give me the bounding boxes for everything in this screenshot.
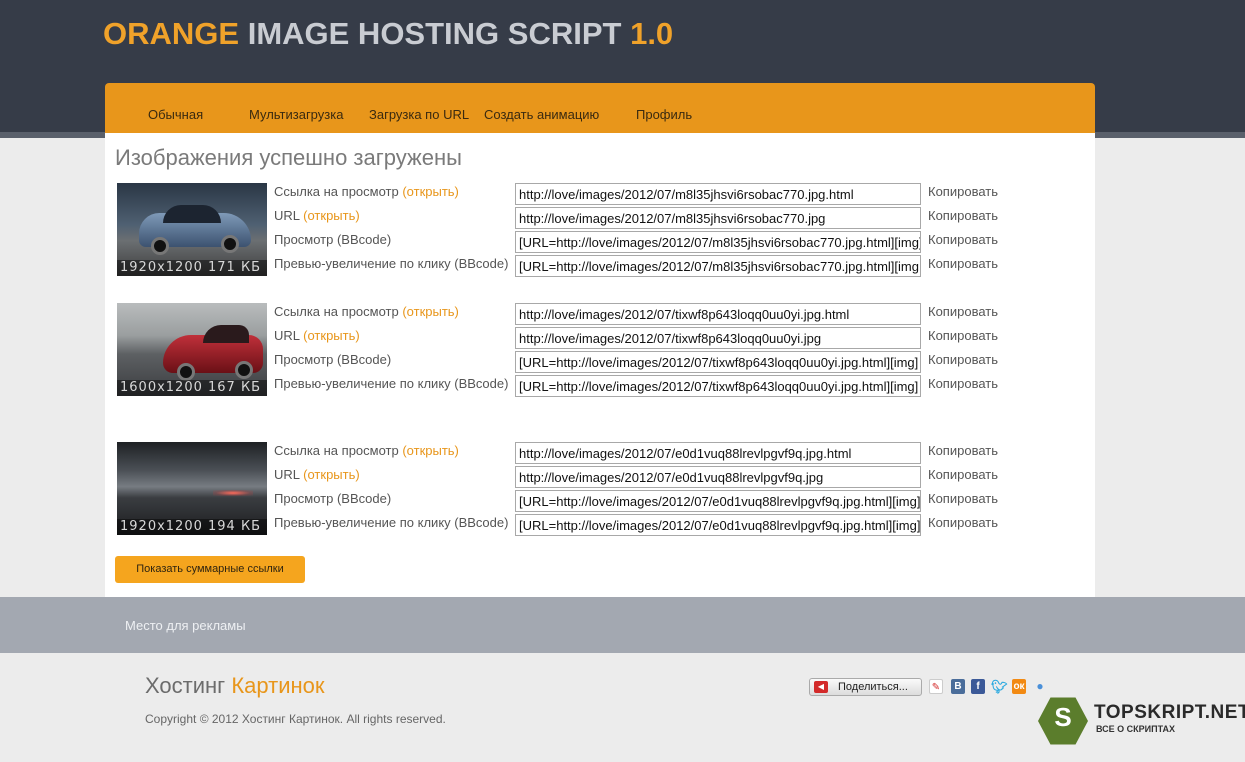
sunset-shape	[213, 490, 253, 496]
view-link-field[interactable]: http://love/images/2012/07/m8l35jhsvi6rs…	[515, 183, 921, 205]
thumbnail-caption: 1600x1200 167 КБ	[117, 380, 267, 396]
logo-part-text: IMAGE HOSTING SCRIPT	[247, 16, 622, 51]
bbcode-field[interactable]: [URL=http://love/images/2012/07/e0d1vuq8…	[515, 490, 921, 512]
badge-title: TOPSKRIPT.NET	[1094, 702, 1245, 723]
odnoklassniki-icon[interactable]: ок	[1012, 679, 1026, 694]
site-logo[interactable]: ORANGE IMAGE HOSTING SCRIPT 1.0	[103, 16, 673, 52]
view-link-label: Ссылка на просмотр (открыть)	[274, 184, 459, 199]
open-link[interactable]: (открыть)	[303, 328, 360, 343]
vkontakte-icon[interactable]: В	[951, 679, 965, 694]
label-text: Ссылка на просмотр	[274, 304, 399, 319]
url-field[interactable]: http://love/images/2012/07/e0d1vuq88lrev…	[515, 466, 921, 488]
preview-bbcode-field[interactable]: [URL=http://love/images/2012/07/m8l35jhs…	[515, 255, 921, 277]
uploaded-image-block: 1920x1200 171 КБ Ссылка на просмотр (отк…	[105, 183, 1095, 295]
nav-item-profile[interactable]: Профиль	[636, 107, 692, 122]
copy-button[interactable]: Копировать	[928, 491, 998, 506]
label-text: Ссылка на просмотр	[274, 443, 399, 458]
badge-letter: S	[1054, 702, 1072, 732]
bbcode-label: Просмотр (BBcode)	[274, 352, 392, 367]
thumbnail-caption: 1920x1200 194 КБ	[117, 519, 267, 535]
page-title: Изображения успешно загружены	[115, 145, 462, 170]
open-link[interactable]: (открыть)	[402, 304, 459, 319]
image-thumbnail[interactable]: 1920x1200 171 КБ	[117, 183, 267, 276]
logo-part-version: 1.0	[630, 16, 674, 51]
logo-part-orange: ORANGE	[103, 16, 240, 51]
wheel-shape	[151, 237, 169, 255]
label-text: URL	[274, 467, 300, 482]
share-button[interactable]: ◀ Поделиться...	[809, 678, 922, 696]
open-link[interactable]: (открыть)	[402, 184, 459, 199]
main-content: Изображения успешно загружены 1920x1200 …	[105, 133, 1095, 597]
nav-item-url-upload[interactable]: Загрузка по URL	[369, 107, 469, 122]
url-label: URL (открыть)	[274, 467, 360, 482]
preview-bbcode-field[interactable]: [URL=http://love/images/2012/07/e0d1vuq8…	[515, 514, 921, 536]
bbcode-field[interactable]: [URL=http://love/images/2012/07/tixwf8p6…	[515, 351, 921, 373]
wheel-shape	[221, 235, 239, 253]
view-link-label: Ссылка на просмотр (открыть)	[274, 304, 459, 319]
label-text: URL	[274, 208, 300, 223]
view-link-field[interactable]: http://love/images/2012/07/tixwf8p643loq…	[515, 303, 921, 325]
footer-logo-part1: Хостинг	[145, 673, 226, 698]
footer-logo-part2: Картинок	[231, 673, 325, 698]
badge-subtitle: ВСЕ О СКРИПТАХ	[1096, 724, 1176, 734]
facebook-icon[interactable]: f	[971, 679, 985, 694]
copy-button[interactable]: Копировать	[928, 467, 998, 482]
nav-item-multi-upload[interactable]: Мультизагрузка	[249, 107, 343, 122]
ad-box: Место для рекламы	[105, 597, 1095, 653]
preview-bbcode-field[interactable]: [URL=http://love/images/2012/07/tixwf8p6…	[515, 375, 921, 397]
uploaded-image-block: 1600x1200 167 КБ Ссылка на просмотр (отк…	[105, 303, 1095, 415]
bbcode-field[interactable]: [URL=http://love/images/2012/07/m8l35jhs…	[515, 231, 921, 253]
main-nav: Обычная Мультизагрузка Загрузка по URL С…	[105, 83, 1095, 133]
url-field[interactable]: http://love/images/2012/07/m8l35jhsvi6rs…	[515, 207, 921, 229]
url-label: URL (открыть)	[274, 208, 360, 223]
thumbnail-caption: 1920x1200 171 КБ	[117, 260, 267, 276]
url-label: URL (открыть)	[274, 328, 360, 343]
topskript-badge[interactable]: S TOPSKRIPT.NET ВСЕ О СКРИПТАХ	[1038, 696, 1245, 746]
copy-button[interactable]: Копировать	[928, 352, 998, 367]
nav-item-create-animation[interactable]: Создать анимацию	[484, 107, 599, 122]
copy-button[interactable]: Копировать	[928, 256, 998, 271]
bbcode-label: Просмотр (BBcode)	[274, 491, 392, 506]
copy-button[interactable]: Копировать	[928, 184, 998, 199]
share-label: Поделиться...	[838, 681, 908, 693]
image-thumbnail[interactable]: 1600x1200 167 КБ	[117, 303, 267, 396]
open-link[interactable]: (открыть)	[303, 467, 360, 482]
url-field[interactable]: http://love/images/2012/07/tixwf8p643loq…	[515, 327, 921, 349]
car-roof-shape	[203, 325, 249, 343]
wheel-shape	[177, 363, 195, 381]
uploaded-image-block: 1920x1200 194 КБ Ссылка на просмотр (отк…	[105, 442, 1095, 554]
open-link[interactable]: (открыть)	[402, 443, 459, 458]
preview-bbcode-label: Превью-увеличение по клику (BBcode)	[274, 256, 509, 271]
copy-button[interactable]: Копировать	[928, 232, 998, 247]
mymail-icon[interactable]: ●	[1033, 679, 1047, 694]
preview-bbcode-label: Превью-увеличение по клику (BBcode)	[274, 515, 509, 530]
copy-button[interactable]: Копировать	[928, 443, 998, 458]
copy-button[interactable]: Копировать	[928, 304, 998, 319]
car-roof-shape	[163, 205, 221, 223]
footer-logo[interactable]: Хостинг Картинок	[145, 673, 325, 699]
show-summary-links-button[interactable]: Показать суммарные ссылки	[115, 556, 305, 583]
ad-placeholder-text: Место для рекламы	[125, 618, 246, 633]
nav-item-simple-upload[interactable]: Обычная	[148, 107, 203, 122]
copy-button[interactable]: Копировать	[928, 376, 998, 391]
label-text: Ссылка на просмотр	[274, 184, 399, 199]
preview-bbcode-label: Превью-увеличение по клику (BBcode)	[274, 376, 509, 391]
view-link-label: Ссылка на просмотр (открыть)	[274, 443, 459, 458]
open-link[interactable]: (открыть)	[303, 208, 360, 223]
bbcode-label: Просмотр (BBcode)	[274, 232, 392, 247]
copyright-text: Copyright © 2012 Хостинг Картинок. All r…	[145, 712, 446, 726]
view-link-field[interactable]: http://love/images/2012/07/e0d1vuq88lrev…	[515, 442, 921, 464]
copy-button[interactable]: Копировать	[928, 208, 998, 223]
wheel-shape	[235, 361, 253, 379]
image-thumbnail[interactable]: 1920x1200 194 КБ	[117, 442, 267, 535]
copy-button[interactable]: Копировать	[928, 328, 998, 343]
livejournal-icon[interactable]: ✎	[929, 679, 943, 694]
share-icon: ◀	[814, 681, 828, 693]
twitter-icon[interactable]: 🐦︎	[991, 679, 1008, 694]
copy-button[interactable]: Копировать	[928, 515, 998, 530]
label-text: URL	[274, 328, 300, 343]
